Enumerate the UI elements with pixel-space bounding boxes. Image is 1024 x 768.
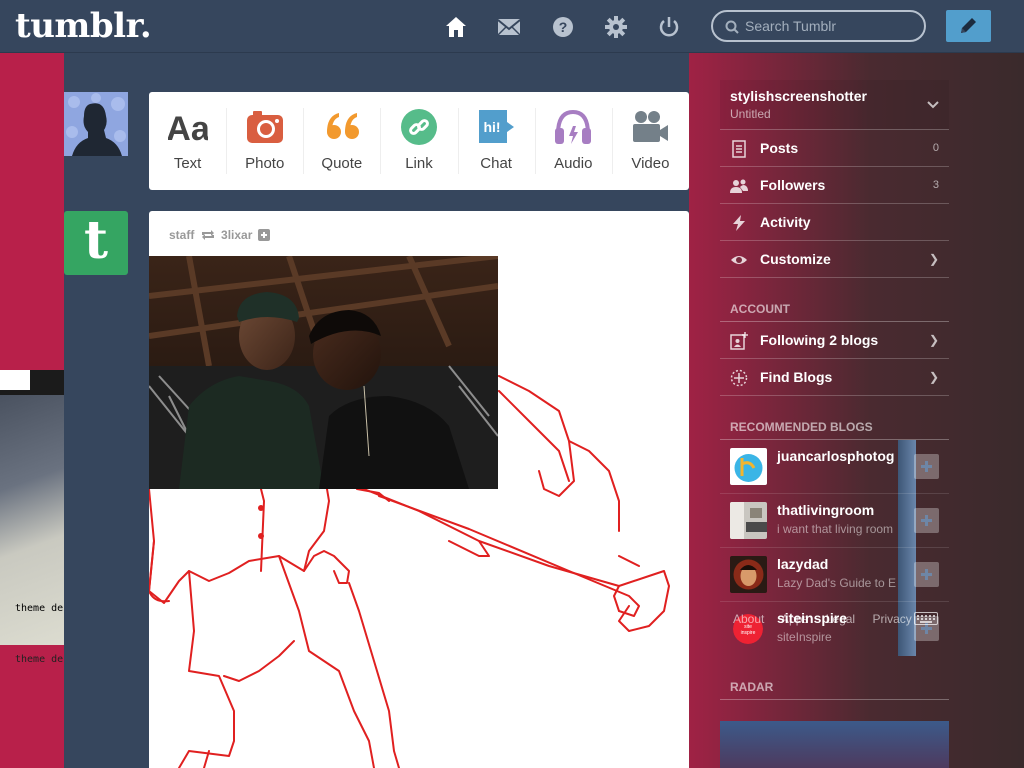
radar-image[interactable] (720, 721, 949, 768)
help-icon[interactable]: ? (550, 14, 576, 40)
blog-title: Untitled (730, 107, 771, 121)
sidebar-item-find-blogs[interactable]: Find Blogs ❯ (720, 359, 949, 396)
top-navigation: tumblr. ? (0, 0, 1024, 53)
footer-links: About Apps Legal Privacy (733, 612, 926, 626)
photo-image (149, 256, 498, 489)
blog-switcher[interactable]: stylishscreenshotter Untitled (720, 80, 949, 130)
staff-avatar[interactable]: t (64, 211, 128, 275)
new-audio-post-button[interactable]: Audio (534, 92, 612, 190)
theme-note: theme de (15, 603, 64, 614)
video-camera-icon (633, 111, 669, 142)
following-icon (730, 332, 748, 350)
footer-link-legal[interactable]: Legal (826, 612, 855, 626)
radar-section-title: RADAR (720, 674, 949, 700)
new-quote-post-button[interactable]: Quote (303, 92, 380, 190)
sidebar-item-posts[interactable]: Posts 0 (720, 130, 949, 167)
account-section-title: ACCOUNT (720, 296, 949, 322)
new-video-post-button[interactable]: Video (611, 92, 689, 190)
theme-note: theme de (15, 654, 64, 665)
activity-icon (733, 215, 745, 231)
link-icon (400, 109, 437, 145)
svg-text:inspire: inspire (741, 630, 756, 636)
footer-link-about[interactable]: About (733, 612, 764, 626)
blog-avatar (730, 502, 767, 539)
power-icon[interactable] (656, 14, 682, 40)
sidebar-item-following[interactable]: Following 2 blogs ❯ (720, 322, 949, 359)
search-icon (725, 20, 739, 34)
post-card: staff 3lixar (149, 211, 689, 768)
post-photo[interactable] (149, 256, 498, 489)
recommended-blog[interactable]: site inspire siteinspire siteInspire (720, 602, 949, 656)
keyboard-shortcuts-icon[interactable] (914, 612, 938, 625)
follow-button[interactable] (914, 562, 939, 587)
follow-button[interactable] (914, 508, 939, 533)
search-box[interactable] (711, 10, 926, 42)
blog-avatar (730, 556, 767, 593)
sidebar-item-followers[interactable]: Followers 3 (720, 167, 949, 204)
recommended-blog[interactable]: lazydad Lazy Dad's Guide to E (720, 548, 949, 602)
post-type-bar: Aa Text Photo Quote Link hi! Chat Audio … (149, 92, 689, 190)
pencil-icon (961, 18, 976, 33)
settings-icon[interactable] (603, 14, 629, 40)
find-blogs-icon (730, 369, 748, 387)
footer-link-privacy[interactable]: Privacy (872, 612, 911, 626)
footer-link-apps[interactable]: Apps (781, 612, 808, 626)
svg-text:?: ? (559, 19, 568, 35)
followers-count: 3 (932, 179, 939, 191)
blog-name: stylishscreenshotter (730, 88, 867, 104)
new-text-post-button[interactable]: Aa Text (149, 92, 226, 190)
headphones-icon (555, 109, 592, 144)
followers-icon (730, 179, 748, 193)
recommended-blog[interactable]: juancarlosphotog (720, 440, 949, 494)
follow-button[interactable] (914, 454, 939, 479)
new-link-post-button[interactable]: Link (380, 92, 457, 190)
follow-plus-icon[interactable] (257, 228, 270, 241)
new-chat-post-button[interactable]: hi! Chat (457, 92, 535, 190)
blog-avatar (730, 448, 767, 485)
recommended-section-title: RECOMMENDED BLOGS (720, 414, 949, 440)
inbox-icon[interactable] (496, 14, 522, 40)
post-header: staff 3lixar (169, 227, 270, 242)
chevron-down-icon (927, 101, 939, 109)
home-icon[interactable] (443, 14, 469, 40)
sidebar-item-customize[interactable]: Customize ❯ (720, 241, 949, 278)
posts-icon (732, 140, 746, 158)
quote-icon (326, 113, 359, 139)
background-shape (0, 370, 30, 390)
chevron-right-icon: ❯ (928, 252, 939, 266)
new-photo-post-button[interactable]: Photo (226, 92, 303, 190)
user-avatar[interactable] (64, 92, 128, 156)
sidebar-item-activity[interactable]: Activity (720, 204, 949, 241)
post-author[interactable]: staff (169, 228, 194, 242)
svg-text:hi!: hi! (484, 119, 501, 135)
text-icon: Aa (168, 110, 208, 146)
svg-text:Aa: Aa (168, 110, 208, 146)
chat-icon: hi! (479, 110, 515, 143)
reblog-icon (201, 229, 214, 240)
camera-icon (246, 111, 283, 143)
compose-button[interactable] (946, 10, 991, 42)
chevron-right-icon: ❯ (928, 333, 939, 347)
eye-icon (731, 256, 747, 264)
reblogged-from[interactable]: 3lixar (221, 228, 252, 242)
tumblr-t-icon: t (83, 210, 109, 271)
search-input[interactable] (745, 17, 915, 35)
chevron-right-icon: ❯ (928, 370, 939, 384)
posts-count: 0 (932, 142, 939, 154)
recommended-blog[interactable]: thatlivingroom i want that living room (720, 494, 949, 548)
tumblr-logo[interactable]: tumblr. (15, 6, 152, 46)
